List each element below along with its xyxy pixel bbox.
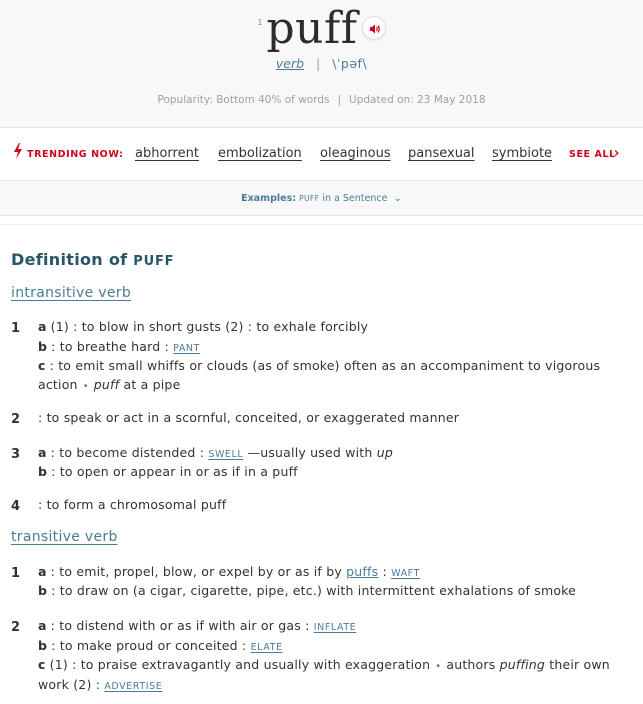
sense-letter: b xyxy=(38,583,48,598)
example-bullet: • xyxy=(435,661,442,672)
sense-text: : to form a chromosomal puff xyxy=(38,497,227,512)
sense-line: b: to draw on (a cigar, cigarette, pipe,… xyxy=(38,583,576,599)
cross-reference-link[interactable]: PANT xyxy=(173,343,200,354)
headword: puff xyxy=(266,3,358,54)
see-all-link[interactable]: SEE ALL xyxy=(569,149,616,160)
sense-line: a: to distend with or as if with air or … xyxy=(38,618,356,636)
sense-text: : to distend with or as if with air or g… xyxy=(50,618,310,633)
sense-text: : to become distended : xyxy=(50,445,205,460)
example-text: their own xyxy=(549,657,610,672)
sense-text: : xyxy=(382,564,387,579)
entry-header: 1puff verb | \ˈpəf\ Popularity: Bottom 40%… xyxy=(0,0,643,128)
trending-word-link[interactable]: embolization xyxy=(218,146,302,161)
sense-text: : to emit small whiffs or clouds (as of … xyxy=(49,358,601,373)
sense-number: 1 xyxy=(11,321,21,336)
sense-letter: a xyxy=(38,445,47,460)
sense-letter: b xyxy=(38,464,48,479)
updated-date: Updated on: 23 May 2018 xyxy=(349,94,486,106)
cross-reference-link[interactable]: ELATE xyxy=(251,642,283,653)
usage-note: —usually used with xyxy=(247,445,373,460)
example-text: at a pipe xyxy=(123,377,181,392)
inline-word-link[interactable]: puffs xyxy=(346,564,378,579)
pronunciation: \ˈpəf\ xyxy=(332,56,368,71)
sense-line: b: to breathe hard : PANT xyxy=(38,339,200,357)
popularity-separator: | xyxy=(337,94,342,106)
sense-line: b: to open or appear in or as if in a pu… xyxy=(38,464,298,480)
sense-line: work (2) : ADVERTISE xyxy=(38,677,162,695)
sense-number: 4 xyxy=(11,499,21,514)
speaker-icon xyxy=(369,24,380,34)
audio-button[interactable] xyxy=(361,16,386,40)
example-text: authors xyxy=(446,657,496,672)
sense-text: : to open or appear in or as if in a puf… xyxy=(51,464,298,479)
chevron-down-icon: ⌄ xyxy=(393,193,402,204)
section-divider xyxy=(0,217,643,225)
sense-text: : to speak or act in a scornful, conceit… xyxy=(38,410,460,425)
trending-label: TRENDING NOW: xyxy=(27,149,124,160)
examples-word: puff xyxy=(299,194,320,203)
trending-word-link[interactable]: abhorrent xyxy=(135,146,199,161)
homograph-number: 1 xyxy=(257,18,263,27)
trending-word-link[interactable]: symbiote xyxy=(492,146,552,161)
sense-text: : to make proud or conceited : xyxy=(51,638,247,653)
trending-word-link[interactable]: pansexual xyxy=(408,146,475,161)
sense-number: 2 xyxy=(11,412,21,427)
sense-line: a: to emit, propel, blow, or expel by or… xyxy=(38,564,420,582)
chevron-right-icon[interactable]: › xyxy=(614,146,619,161)
example-bullet: • xyxy=(82,381,89,392)
sense-line: action • puff at a pipe xyxy=(38,377,180,395)
usage-word: up xyxy=(376,445,393,460)
meta-separator: | xyxy=(316,56,321,71)
popularity-text: Popularity: Bottom 40% of words xyxy=(157,94,330,106)
sense-line: c (1) : to praise extravagantly and usual… xyxy=(38,657,610,675)
sense-text: (1) : to blow in short gusts (2) : to ex… xyxy=(50,319,369,334)
sense-letter: a xyxy=(38,319,47,334)
sense-number: 2 xyxy=(11,620,21,635)
sense-letter: b xyxy=(38,638,48,653)
headword-row: 1puff xyxy=(0,2,643,56)
intransitive-verb-label[interactable]: intransitive verb xyxy=(11,285,131,301)
sense-line: a: to become distended : SWELL —usually … xyxy=(38,445,393,463)
word-meta: verb | \ˈpəf\ xyxy=(0,56,643,71)
cross-reference-link[interactable]: SWELL xyxy=(208,449,243,460)
sense-letter: a xyxy=(38,564,47,579)
examples-toggle-bar[interactable]: Examples: puff in a Sentence ⌄ xyxy=(0,182,643,216)
definition-heading-text: Definition of xyxy=(11,250,128,269)
sense-letter: b xyxy=(38,339,48,354)
sense-letter: c xyxy=(38,657,46,672)
sense-letter: a xyxy=(38,618,47,633)
cross-reference-link[interactable]: WAFT xyxy=(391,568,420,579)
example-headword: puff xyxy=(93,377,120,392)
definition-heading-word: PUFF xyxy=(133,254,175,269)
sense-text: : to draw on (a cigar, cigarette, pipe, … xyxy=(51,583,577,598)
sense-letter: c xyxy=(38,358,46,373)
sense-line: c: to emit small whiffs or clouds (as of… xyxy=(38,358,600,374)
sense-text: : to breathe hard : xyxy=(51,339,169,354)
sense-line: a (1) : to blow in short gusts (2) : to e… xyxy=(38,319,368,335)
transitive-verb-label[interactable]: transitive verb xyxy=(11,529,118,545)
lightning-bolt-icon xyxy=(14,143,22,159)
sense-line: b: to make proud or conceited : ELATE xyxy=(38,638,283,656)
sense-text: (1) : to praise extravagantly and usuall… xyxy=(49,657,431,672)
sense-text: work (2) : xyxy=(38,677,101,692)
trending-word-link[interactable]: oleaginous xyxy=(320,146,391,161)
definition-heading: Definition of PUFF xyxy=(11,250,174,269)
cross-reference-link[interactable]: INFLATE xyxy=(314,622,357,633)
sense-number: 1 xyxy=(11,566,21,581)
examples-prefix: Examples: xyxy=(241,193,297,204)
function-label-link[interactable]: verb xyxy=(276,56,304,71)
examples-toggle[interactable]: Examples: puff in a Sentence ⌄ xyxy=(241,193,402,204)
example-headword: puffing xyxy=(499,657,546,672)
trending-bar: TRENDING NOW: abhorrent embolization ole… xyxy=(0,129,643,181)
cross-reference-link[interactable]: ADVERTISE xyxy=(104,681,162,692)
examples-suffix: in a Sentence xyxy=(322,193,388,204)
sense-text: action xyxy=(38,377,78,392)
popularity-row: Popularity: Bottom 40% of words | Updated … xyxy=(0,94,643,106)
sense-line: : to speak or act in a scornful, conceit… xyxy=(38,410,459,426)
sense-number: 3 xyxy=(11,447,21,462)
sense-line: : to form a chromosomal puff xyxy=(38,497,226,513)
sense-text: : to emit, propel, blow, or expel by or … xyxy=(50,564,342,579)
